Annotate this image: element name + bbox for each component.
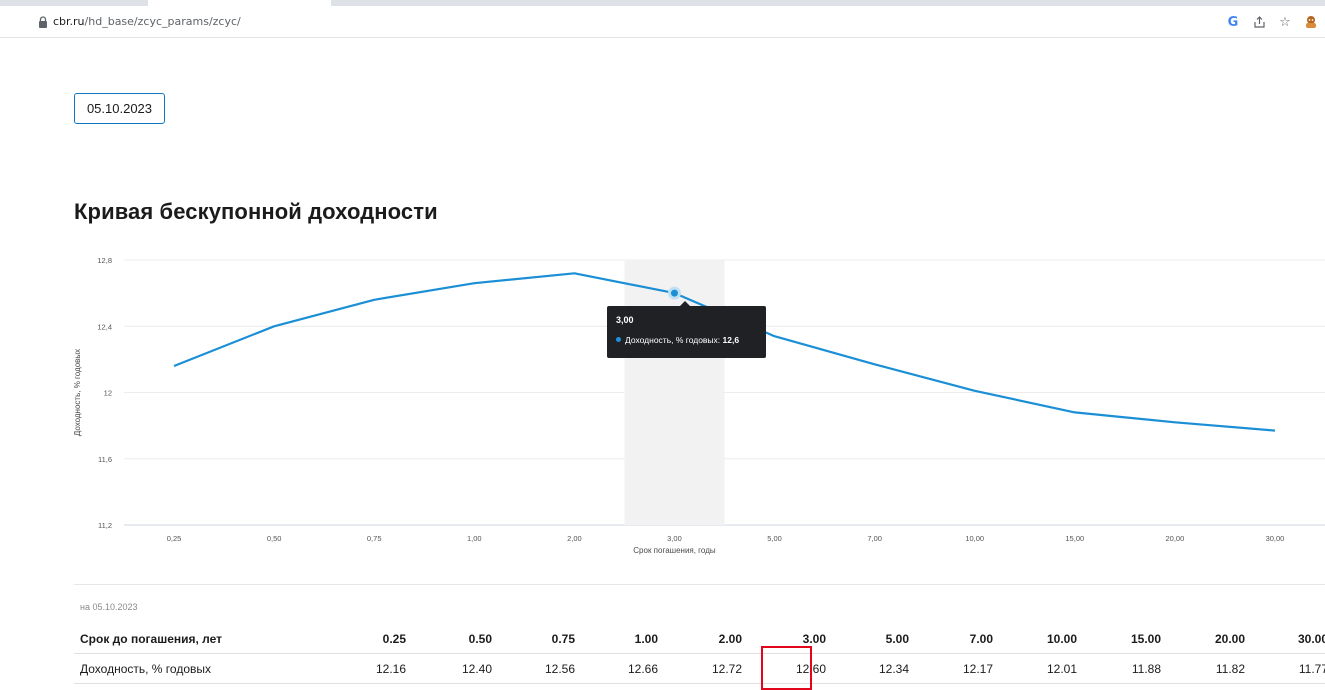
header-cell: 0.50 [468, 632, 492, 646]
x-tick-label: 20,00 [1165, 534, 1184, 543]
table-header-row: Срок до погашения, лет 0.25 0.50 0.75 1.00 2… [74, 624, 1325, 654]
data-point[interactable] [1171, 418, 1179, 426]
address-bar[interactable]: cbr.ru/hd_base/zcyc_params/zcyc/ G ☆ [0, 6, 1325, 38]
url-path: /hd_base/zcyc_params/zcyc/ [84, 15, 241, 28]
x-tick-label: 0,75 [367, 534, 382, 543]
header-cell: 20.00 [1214, 632, 1245, 646]
x-tick-label: 7,00 [867, 534, 882, 543]
yield-cell: 12.17 [962, 662, 993, 676]
x-tick-labels: 0,25 0,50 0,75 1,00 2,00 3,00 5,00 7,00 10,00 15,… [167, 534, 1285, 543]
row-label: Доходность, % годовых [80, 662, 211, 676]
header-label: Срок до погашения, лет [80, 632, 223, 646]
tooltip-value: 12,6 [722, 335, 740, 345]
data-point[interactable] [971, 387, 979, 395]
y-tick-labels: 11,2 11,6 12 12,4 12,8 [97, 256, 112, 530]
x-tick-label: 3,00 [667, 534, 682, 543]
data-point[interactable] [170, 362, 178, 370]
date-input[interactable]: 05.10.2023 [74, 93, 165, 124]
data-point[interactable] [570, 269, 578, 277]
x-tick-label: 2,00 [567, 534, 582, 543]
table-row: Доходность, % годовых 12.16 12.40 12.56 12.… [74, 654, 1325, 684]
data-point[interactable] [871, 360, 879, 368]
header-cell: 7.00 [969, 632, 993, 646]
x-tick-label: 0,25 [167, 534, 182, 543]
data-point[interactable] [667, 286, 681, 300]
data-point[interactable] [370, 296, 378, 304]
url-host: cbr.ru [53, 15, 85, 28]
share-icon[interactable] [1251, 14, 1267, 30]
y-tick-label: 12,8 [97, 256, 112, 265]
yield-curve-chart: 11,2 11,6 12 12,4 12,8 0,25 0,50 0,75 1,00 2,00 3… [73, 256, 1325, 555]
header-cell: 1.00 [634, 632, 658, 646]
header-cell: 0.75 [551, 632, 575, 646]
star-icon[interactable]: ☆ [1277, 14, 1293, 30]
series-dot-icon [616, 337, 621, 342]
x-axis-label: Срок погашения, годы [633, 546, 716, 555]
y-axis-label: Доходность, % годовых [73, 349, 82, 436]
data-point[interactable] [270, 322, 278, 330]
url-text[interactable]: cbr.ru/hd_base/zcyc_params/zcyc/ [53, 14, 241, 30]
yield-cell: 12.56 [544, 662, 575, 676]
yield-table: Срок до погашения, лет 0.25 0.50 0.75 1.00 2… [74, 624, 1325, 684]
x-tick-label: 15,00 [1065, 534, 1084, 543]
data-point[interactable] [771, 332, 779, 340]
x-tick-label: 30,00 [1266, 534, 1285, 543]
header-cell: 5.00 [885, 632, 909, 646]
y-tick-label: 12 [104, 389, 112, 398]
yield-cell: 11.77 [1298, 662, 1325, 676]
yield-cell: 11.82 [1215, 662, 1245, 676]
x-tick-label: 1,00 [467, 534, 482, 543]
tooltip-row: Доходность, % годовых: 12,6 [616, 333, 757, 347]
yield-cell: 12.34 [878, 662, 909, 676]
tooltip-series-label: Доходность, % годовых: [625, 335, 721, 345]
yield-cell: 12.16 [375, 662, 406, 676]
section-divider [74, 584, 1325, 585]
as-of-date: на 05.10.2023 [80, 602, 138, 612]
address-bar-icons: G ☆ [1225, 14, 1319, 30]
y-tick-label: 11,6 [98, 455, 112, 464]
x-tick-label: 5,00 [767, 534, 782, 543]
header-cell: 0.25 [382, 632, 406, 646]
yield-cell: 12.40 [461, 662, 492, 676]
x-tick-label: 10,00 [965, 534, 984, 543]
data-point[interactable] [1271, 427, 1279, 435]
yield-cell: 12.72 [711, 662, 742, 676]
header-cell: 30.00 [1297, 632, 1325, 646]
yield-cell: 12.01 [1046, 662, 1077, 676]
y-tick-label: 12,4 [97, 322, 112, 331]
y-tick-label: 11,2 [98, 521, 112, 530]
page-title: Кривая бескупонной доходности [74, 199, 438, 224]
header-cell: 10.00 [1046, 632, 1077, 646]
yield-cell: 12.66 [627, 662, 658, 676]
yield-cell: 11.88 [1131, 662, 1161, 676]
data-point[interactable] [470, 279, 478, 287]
tooltip-title: 3,00 [616, 315, 634, 325]
extension-icon[interactable] [1303, 14, 1319, 30]
yield-cell: 12.60 [795, 662, 826, 676]
chart-tooltip: 3,00 Доходность, % годовых: 12,6 [607, 301, 766, 358]
header-cell: 3.00 [802, 632, 826, 646]
data-point[interactable] [1071, 408, 1079, 416]
hover-band [624, 260, 725, 525]
header-cell: 15.00 [1130, 632, 1161, 646]
lock-icon[interactable] [38, 16, 48, 28]
header-cell: 2.00 [718, 632, 742, 646]
tooltip-arrow [680, 301, 690, 306]
x-tick-label: 0,50 [267, 534, 282, 543]
google-icon[interactable]: G [1225, 14, 1241, 30]
